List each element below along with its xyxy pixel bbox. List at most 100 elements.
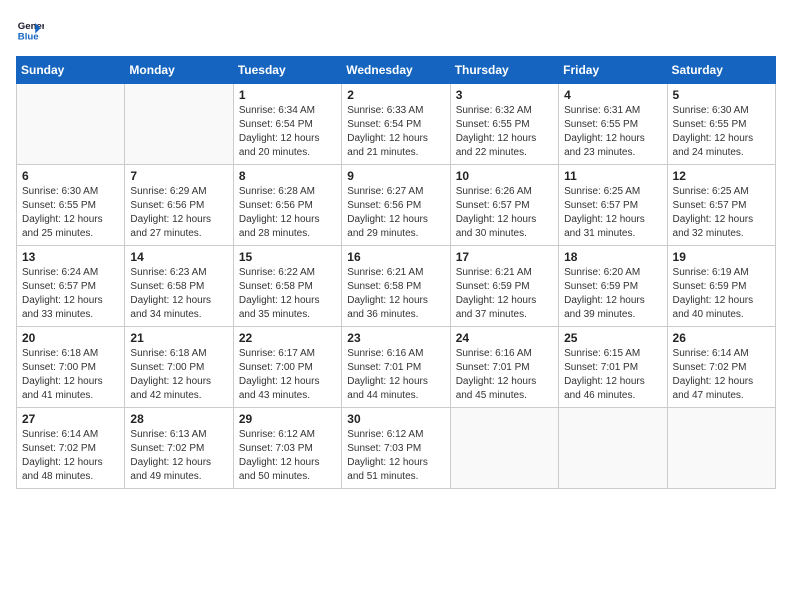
day-number: 8: [239, 169, 336, 183]
calendar-cell: 11Sunrise: 6:25 AM Sunset: 6:57 PM Dayli…: [559, 165, 667, 246]
calendar-cell: 6 Sunrise: 6:30 AM Sunset: 6:55 PM Daylig…: [17, 165, 125, 246]
day-header-monday: Monday: [125, 57, 233, 84]
day-info: Sunrise: 6:16 AM Sunset: 7:01 PM Dayligh…: [347, 347, 444, 403]
day-number: 22: [239, 331, 336, 345]
day-info: Sunrise: 6:15 AM Sunset: 7:01 PM Dayligh…: [564, 347, 661, 403]
day-number: 7: [130, 169, 227, 183]
day-info: Sunrise: 6:17 AM Sunset: 7:00 PM Dayligh…: [239, 347, 336, 403]
day-number: 12: [673, 169, 770, 183]
calendar-cell: 27Sunrise: 6:14 AM Sunset: 7:02 PM Dayli…: [17, 408, 125, 489]
day-info: Sunrise: 6:23 AM Sunset: 6:58 PM Dayligh…: [130, 266, 227, 322]
calendar-cell: 2 Sunrise: 6:33 AM Sunset: 6:54 PM Daylig…: [342, 84, 450, 165]
svg-text:General: General: [18, 21, 44, 32]
calendar-cell: 4Sunrise: 6:31 AM Sunset: 6:55 PM Daylig…: [559, 84, 667, 165]
day-header-sunday: Sunday: [17, 57, 125, 84]
calendar-cell: 16Sunrise: 6:21 AM Sunset: 6:58 PM Dayli…: [342, 246, 450, 327]
calendar-cell: 29 Sunrise: 6:12 AM Sunset: 7:03 PM Dayli…: [233, 408, 341, 489]
calendar-cell: 9 Sunrise: 6:27 AM Sunset: 6:56 PM Daylig…: [342, 165, 450, 246]
calendar-cell: [125, 84, 233, 165]
logo-icon: General Blue: [16, 16, 44, 44]
day-info: Sunrise: 6:12 AM Sunset: 7:03 PM Dayligh…: [239, 428, 336, 484]
day-number: 17: [456, 250, 553, 264]
day-info: Sunrise: 6:16 AM Sunset: 7:01 PM Dayligh…: [456, 347, 553, 403]
day-info: Sunrise: 6:28 AM Sunset: 6:56 PM Dayligh…: [239, 185, 336, 241]
calendar-cell: 1 Sunrise: 6:34 AM Sunset: 6:54 PM Daylig…: [233, 84, 341, 165]
day-info: Sunrise: 6:31 AM Sunset: 6:55 PM Dayligh…: [564, 104, 661, 160]
day-info: Sunrise: 6:32 AM Sunset: 6:55 PM Dayligh…: [456, 104, 553, 160]
day-number: 6: [22, 169, 119, 183]
calendar-week-2: 6 Sunrise: 6:30 AM Sunset: 6:55 PM Daylig…: [17, 165, 776, 246]
day-info: Sunrise: 6:26 AM Sunset: 6:57 PM Dayligh…: [456, 185, 553, 241]
day-info: Sunrise: 6:18 AM Sunset: 7:00 PM Dayligh…: [130, 347, 227, 403]
day-info: Sunrise: 6:13 AM Sunset: 7:02 PM Dayligh…: [130, 428, 227, 484]
calendar-cell: 26 Sunrise: 6:14 AM Sunset: 7:02 PM Dayli…: [667, 327, 775, 408]
calendar-cell: 14 Sunrise: 6:23 AM Sunset: 6:58 PM Dayli…: [125, 246, 233, 327]
day-number: 25: [564, 331, 661, 345]
calendar-week-3: 13 Sunrise: 6:24 AM Sunset: 6:57 PM Dayli…: [17, 246, 776, 327]
day-info: Sunrise: 6:22 AM Sunset: 6:58 PM Dayligh…: [239, 266, 336, 322]
calendar-cell: [559, 408, 667, 489]
calendar-cell: 3 Sunrise: 6:32 AM Sunset: 6:55 PM Daylig…: [450, 84, 558, 165]
calendar-week-1: 1 Sunrise: 6:34 AM Sunset: 6:54 PM Daylig…: [17, 84, 776, 165]
day-number: 21: [130, 331, 227, 345]
day-number: 2: [347, 88, 444, 102]
calendar-cell: 25 Sunrise: 6:15 AM Sunset: 7:01 PM Dayli…: [559, 327, 667, 408]
day-number: 15: [239, 250, 336, 264]
logo: General Blue: [16, 16, 48, 44]
day-number: 10: [456, 169, 553, 183]
day-number: 26: [673, 331, 770, 345]
calendar-cell: 12 Sunrise: 6:25 AM Sunset: 6:57 PM Dayli…: [667, 165, 775, 246]
day-header-wednesday: Wednesday: [342, 57, 450, 84]
calendar-cell: 17Sunrise: 6:21 AM Sunset: 6:59 PM Dayli…: [450, 246, 558, 327]
day-header-tuesday: Tuesday: [233, 57, 341, 84]
day-info: Sunrise: 6:21 AM Sunset: 6:58 PM Dayligh…: [347, 266, 444, 322]
calendar-cell: 30 Sunrise: 6:12 AM Sunset: 7:03 PM Dayli…: [342, 408, 450, 489]
calendar-cell: [17, 84, 125, 165]
day-info: Sunrise: 6:14 AM Sunset: 7:02 PM Dayligh…: [22, 428, 119, 484]
calendar-cell: [450, 408, 558, 489]
calendar-cell: 19Sunrise: 6:19 AM Sunset: 6:59 PM Dayli…: [667, 246, 775, 327]
day-info: Sunrise: 6:14 AM Sunset: 7:02 PM Dayligh…: [673, 347, 770, 403]
day-number: 14: [130, 250, 227, 264]
day-number: 1: [239, 88, 336, 102]
calendar-week-5: 27Sunrise: 6:14 AM Sunset: 7:02 PM Dayli…: [17, 408, 776, 489]
calendar-cell: 20Sunrise: 6:18 AM Sunset: 7:00 PM Dayli…: [17, 327, 125, 408]
day-info: Sunrise: 6:12 AM Sunset: 7:03 PM Dayligh…: [347, 428, 444, 484]
day-info: Sunrise: 6:34 AM Sunset: 6:54 PM Dayligh…: [239, 104, 336, 160]
calendar-cell: [667, 408, 775, 489]
day-info: Sunrise: 6:24 AM Sunset: 6:57 PM Dayligh…: [22, 266, 119, 322]
day-info: Sunrise: 6:33 AM Sunset: 6:54 PM Dayligh…: [347, 104, 444, 160]
day-info: Sunrise: 6:30 AM Sunset: 6:55 PM Dayligh…: [22, 185, 119, 241]
day-number: 29: [239, 412, 336, 426]
page-header: General Blue: [16, 16, 776, 44]
day-info: Sunrise: 6:25 AM Sunset: 6:57 PM Dayligh…: [564, 185, 661, 241]
svg-text:Blue: Blue: [18, 32, 39, 43]
calendar-table: SundayMondayTuesdayWednesdayThursdayFrid…: [16, 56, 776, 489]
calendar-cell: 7 Sunrise: 6:29 AM Sunset: 6:56 PM Daylig…: [125, 165, 233, 246]
day-info: Sunrise: 6:29 AM Sunset: 6:56 PM Dayligh…: [130, 185, 227, 241]
calendar-header-row: SundayMondayTuesdayWednesdayThursdayFrid…: [17, 57, 776, 84]
day-number: 13: [22, 250, 119, 264]
calendar-cell: 22 Sunrise: 6:17 AM Sunset: 7:00 PM Dayli…: [233, 327, 341, 408]
day-number: 28: [130, 412, 227, 426]
day-info: Sunrise: 6:18 AM Sunset: 7:00 PM Dayligh…: [22, 347, 119, 403]
day-info: Sunrise: 6:30 AM Sunset: 6:55 PM Dayligh…: [673, 104, 770, 160]
calendar-cell: 28 Sunrise: 6:13 AM Sunset: 7:02 PM Dayli…: [125, 408, 233, 489]
calendar-cell: 13 Sunrise: 6:24 AM Sunset: 6:57 PM Dayli…: [17, 246, 125, 327]
calendar-cell: 18Sunrise: 6:20 AM Sunset: 6:59 PM Dayli…: [559, 246, 667, 327]
calendar-cell: 10 Sunrise: 6:26 AM Sunset: 6:57 PM Dayli…: [450, 165, 558, 246]
day-number: 30: [347, 412, 444, 426]
day-info: Sunrise: 6:25 AM Sunset: 6:57 PM Dayligh…: [673, 185, 770, 241]
calendar-cell: 21 Sunrise: 6:18 AM Sunset: 7:00 PM Dayli…: [125, 327, 233, 408]
day-number: 5: [673, 88, 770, 102]
day-number: 3: [456, 88, 553, 102]
day-number: 19: [673, 250, 770, 264]
calendar-cell: 23 Sunrise: 6:16 AM Sunset: 7:01 PM Dayli…: [342, 327, 450, 408]
day-info: Sunrise: 6:27 AM Sunset: 6:56 PM Dayligh…: [347, 185, 444, 241]
day-number: 18: [564, 250, 661, 264]
day-number: 24: [456, 331, 553, 345]
day-number: 9: [347, 169, 444, 183]
day-number: 23: [347, 331, 444, 345]
calendar-cell: 24 Sunrise: 6:16 AM Sunset: 7:01 PM Dayli…: [450, 327, 558, 408]
day-header-thursday: Thursday: [450, 57, 558, 84]
